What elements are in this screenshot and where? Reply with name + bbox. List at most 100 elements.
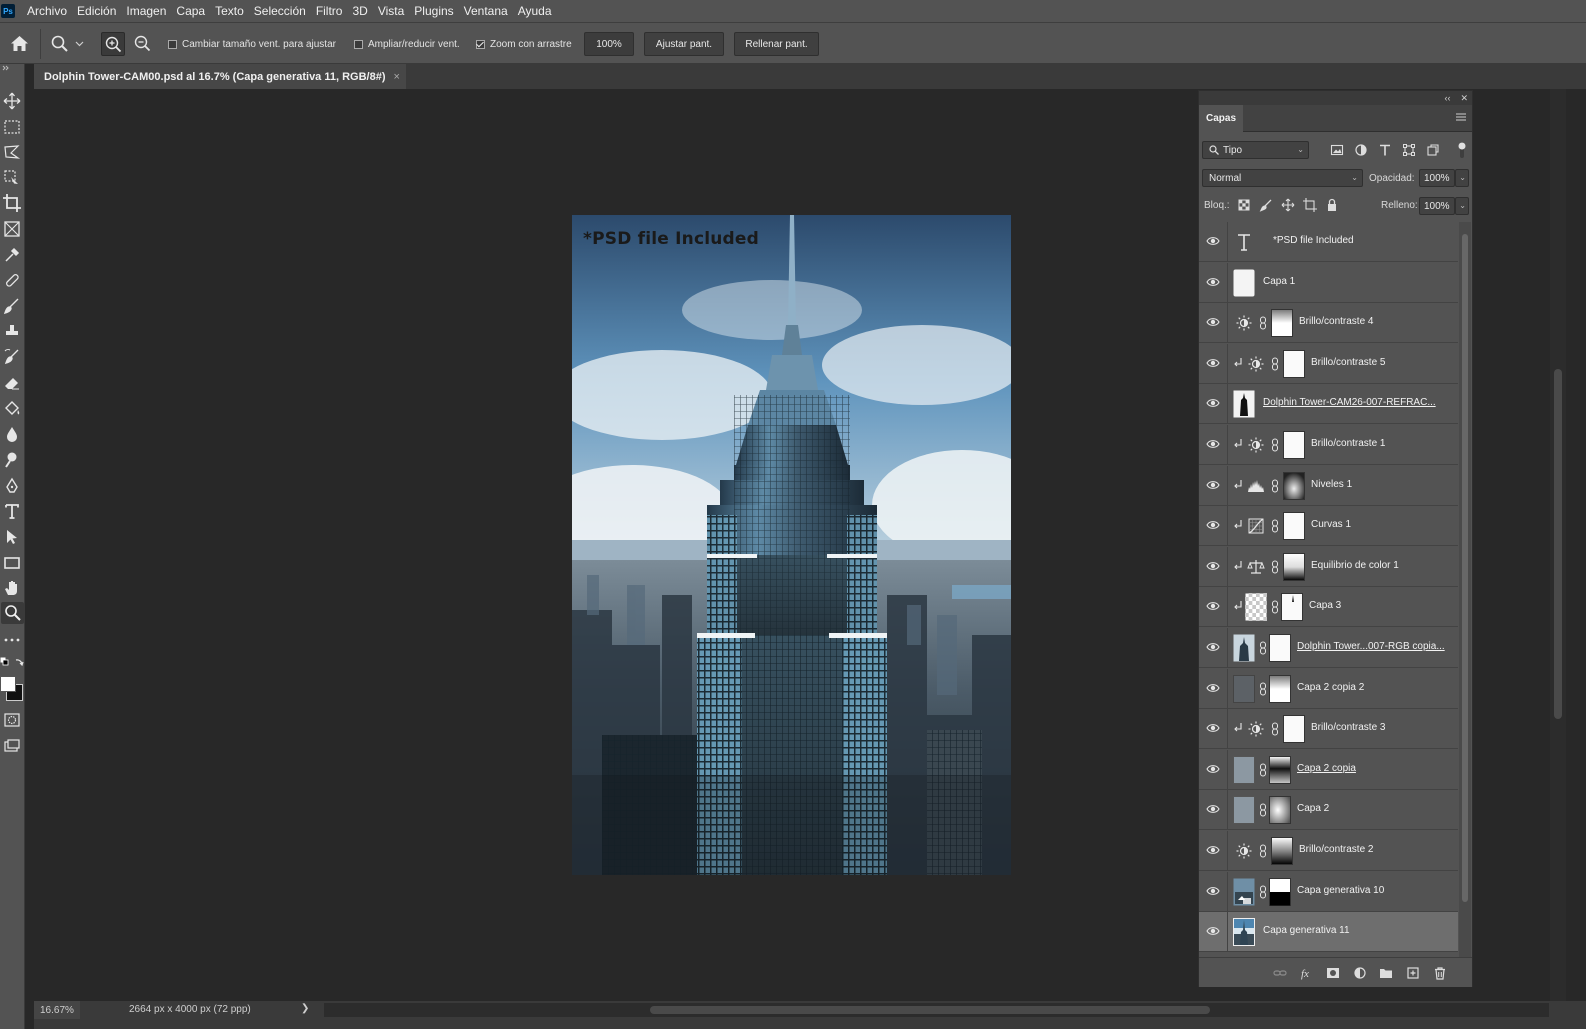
layer-name[interactable]: Capa 2 copia	[1297, 763, 1356, 774]
layer-row[interactable]: Capa generativa 11	[1199, 912, 1458, 953]
visibility-eye-icon[interactable]	[1206, 397, 1220, 409]
layer-mask-thumbnail[interactable]	[1283, 471, 1305, 500]
mask-link-icon[interactable]	[1259, 641, 1267, 655]
mask-link-icon[interactable]	[1271, 479, 1279, 493]
scrubby-zoom-checkbox[interactable]	[476, 39, 485, 49]
layer-mask-thumbnail[interactable]	[1283, 715, 1305, 744]
link-layers-icon[interactable]	[1273, 966, 1287, 980]
layer-name[interactable]: Brillo/contraste 4	[1299, 316, 1373, 327]
layer-row[interactable]: Brillo/contraste 3	[1199, 709, 1458, 750]
status-menu-arrow[interactable]: ❯	[301, 1003, 309, 1014]
rectangle-tool-icon[interactable]	[2, 553, 22, 573]
menu-ventana[interactable]: Ventana	[464, 4, 508, 18]
menu-seleccion[interactable]: Selección	[254, 4, 306, 18]
mask-link-icon[interactable]	[1259, 763, 1267, 777]
zoom-value-field[interactable]: 100%	[584, 32, 634, 56]
layer-row[interactable]: Capa 1	[1199, 262, 1458, 303]
menu-imagen[interactable]: Imagen	[126, 4, 166, 18]
layer-name[interactable]: Curvas 1	[1311, 519, 1351, 530]
pen-tool-icon[interactable]	[2, 476, 22, 496]
visibility-eye-icon[interactable]	[1206, 560, 1220, 572]
layer-row[interactable]: Capa 2	[1199, 790, 1458, 831]
zoom-all-checkbox[interactable]	[354, 39, 363, 49]
new-adjustment-layer-icon[interactable]	[1353, 966, 1367, 980]
layer-name[interactable]: Capa 1	[1263, 276, 1295, 287]
layer-row[interactable]: Brillo/contraste 1	[1199, 425, 1458, 465]
lock-transparent-pixels-icon[interactable]	[1237, 198, 1251, 212]
visibility-eye-icon[interactable]	[1206, 763, 1220, 775]
move-tool-icon[interactable]	[2, 91, 22, 111]
foreground-color-swatch[interactable]	[0, 676, 16, 692]
layer-name[interactable]: Brillo/contraste 3	[1311, 722, 1385, 733]
menu-edicion[interactable]: Edición	[77, 4, 116, 18]
visibility-eye-icon[interactable]	[1206, 438, 1220, 450]
history-brush-tool-icon[interactable]	[2, 347, 22, 367]
frame-tool-icon[interactable]	[2, 219, 22, 239]
opacity-dropdown[interactable]: ⌄	[1455, 169, 1469, 187]
dodge-tool-icon[interactable]	[2, 450, 22, 470]
menu-capa[interactable]: Capa	[176, 4, 205, 18]
fill-field[interactable]: 100%	[1419, 197, 1455, 215]
horizontal-scroll-thumb[interactable]	[650, 1006, 1210, 1014]
fill-screen-button[interactable]: Rellenar pant.	[734, 32, 819, 56]
layers-scrollbar[interactable]	[1459, 222, 1471, 957]
layer-row[interactable]: Curvas 1	[1199, 506, 1458, 547]
menu-archivo[interactable]: Archivo	[27, 4, 67, 18]
lock-position-icon[interactable]	[1281, 198, 1295, 212]
lasso-tool-icon[interactable]	[2, 142, 22, 162]
close-tab-icon[interactable]: ×	[394, 71, 400, 83]
object-selection-tool-icon[interactable]	[2, 168, 22, 188]
visibility-eye-icon[interactable]	[1206, 925, 1220, 937]
layer-mask-thumbnail[interactable]	[1283, 349, 1305, 378]
scrubby-zoom-option[interactable]: Zoom con arrastre	[476, 23, 572, 65]
layer-mask-thumbnail[interactable]	[1269, 634, 1291, 662]
zoom-tool-icon[interactable]	[51, 35, 69, 53]
layer-row[interactable]: Equilibrio de color 1	[1199, 546, 1458, 587]
marquee-tool-icon[interactable]	[2, 117, 22, 137]
visibility-eye-icon[interactable]	[1206, 803, 1220, 815]
blend-mode-select[interactable]: Normal ⌄	[1202, 169, 1363, 187]
type-tool-icon[interactable]	[2, 501, 22, 521]
menu-3d[interactable]: 3D	[352, 4, 367, 18]
visibility-eye-icon[interactable]	[1206, 885, 1220, 897]
layer-mask-thumbnail[interactable]	[1271, 837, 1293, 865]
layer-name[interactable]: Niveles 1	[1311, 479, 1352, 490]
visibility-eye-icon[interactable]	[1206, 641, 1220, 653]
home-icon[interactable]	[10, 35, 29, 52]
filter-type-icon[interactable]	[1378, 143, 1392, 157]
layer-name[interactable]: Capa generativa 11	[1263, 925, 1350, 936]
lock-image-pixels-icon[interactable]	[1259, 198, 1273, 212]
eyedropper-tool-icon[interactable]	[2, 245, 22, 265]
filter-smart-object-icon[interactable]	[1426, 143, 1440, 157]
layer-row[interactable]: Brillo/contraste 2	[1199, 831, 1458, 871]
fit-screen-button[interactable]: Ajustar pant.	[644, 32, 724, 56]
visibility-eye-icon[interactable]	[1206, 844, 1220, 856]
layer-mask-thumbnail[interactable]	[1269, 877, 1291, 906]
layer-mask-thumbnail[interactable]	[1271, 309, 1293, 338]
layer-mask-thumbnail[interactable]	[1281, 593, 1303, 622]
layer-row[interactable]: Capa 2 copia 2	[1199, 668, 1458, 709]
filter-pixel-icon[interactable]	[1330, 143, 1344, 157]
layer-row[interactable]: Brillo/contraste 5	[1199, 343, 1458, 384]
mask-link-icon[interactable]	[1271, 722, 1279, 736]
document-tab[interactable]: Dolphin Tower-CAM00.psd al 16.7% (Capa g…	[34, 64, 406, 89]
menu-ayuda[interactable]: Ayuda	[518, 4, 552, 18]
visibility-eye-icon[interactable]	[1206, 519, 1220, 531]
panel-menu-icon[interactable]	[1456, 112, 1466, 122]
layer-style-fx-icon[interactable]: fx	[1300, 966, 1314, 980]
mask-link-icon[interactable]	[1271, 600, 1279, 614]
layer-name[interactable]: Capa 3	[1309, 600, 1341, 611]
more-tools-icon[interactable]	[2, 630, 22, 650]
layer-row[interactable]: Niveles 1	[1199, 465, 1458, 506]
menu-filtro[interactable]: Filtro	[316, 4, 343, 18]
resize-windows-option[interactable]: Cambiar tamaño vent. para ajustar	[168, 23, 336, 65]
layer-name[interactable]: Dolphin Tower-CAM26-007-REFRAC...	[1263, 397, 1436, 408]
document-canvas[interactable]: *PSD file Included	[572, 215, 1011, 875]
crop-tool-icon[interactable]	[2, 193, 22, 213]
mask-link-icon[interactable]	[1259, 844, 1267, 858]
layer-name[interactable]: Capa generativa 10	[1297, 885, 1384, 896]
hand-tool-icon[interactable]	[2, 578, 22, 598]
layer-mask-thumbnail[interactable]	[1269, 796, 1291, 825]
default-colors-icon[interactable]	[0, 657, 9, 666]
visibility-eye-icon[interactable]	[1206, 479, 1220, 491]
